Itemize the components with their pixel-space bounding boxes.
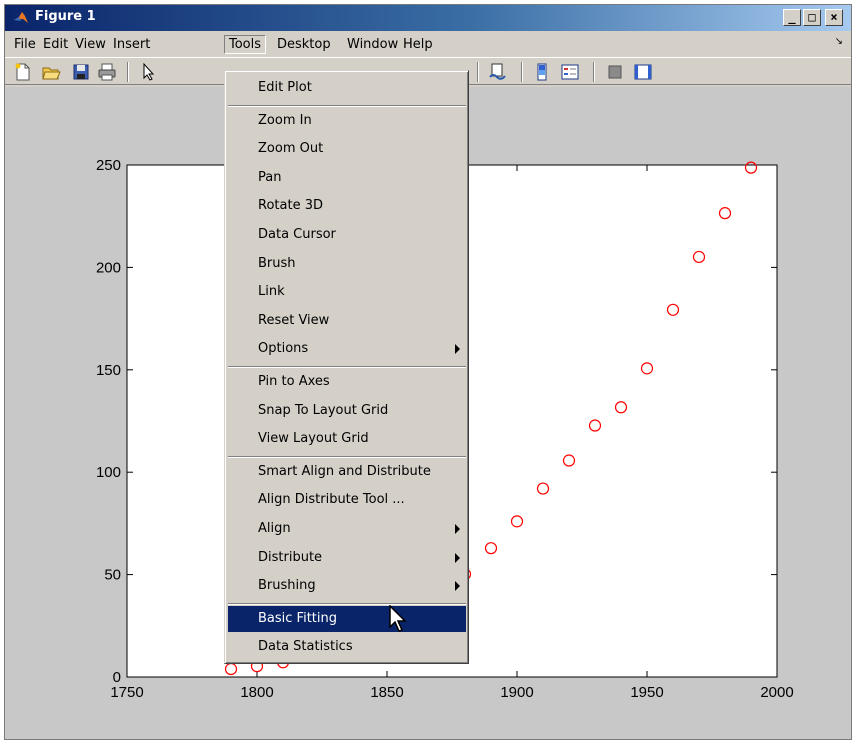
hide-plot-tools-icon[interactable]: [605, 62, 625, 82]
title-bar[interactable]: Figure 1 _ □ ×: [5, 5, 851, 31]
menu-desktop[interactable]: Desktop: [273, 35, 335, 54]
menu-item-pin-to-axes[interactable]: Pin to Axes: [228, 369, 466, 395]
window-title: Figure 1: [35, 9, 96, 24]
x-tick-label: 1950: [630, 684, 663, 701]
menu-item-label: Brushing: [258, 578, 316, 594]
menu-item-label: Data Statistics: [258, 639, 353, 655]
menu-item-data-cursor[interactable]: Data Cursor: [228, 222, 466, 248]
menu-item-label: Reset View: [258, 312, 330, 328]
menu-item-label: Link: [258, 284, 285, 300]
menu-view[interactable]: View: [71, 35, 110, 54]
y-tick-label: 0: [113, 669, 121, 686]
menu-item-data-statistics[interactable]: Data Statistics: [228, 634, 466, 660]
submenu-arrow-icon: [455, 344, 460, 355]
toolbar-separator: [521, 62, 523, 82]
edit-plot-arrow-icon[interactable]: [139, 62, 159, 82]
y-tick-label: 50: [104, 567, 121, 584]
close-button[interactable]: ×: [825, 9, 843, 26]
y-tick-label: 150: [96, 362, 121, 379]
menu-item-zoom-out[interactable]: Zoom Out: [228, 136, 466, 162]
menu-item-rotate-3d[interactable]: Rotate 3D: [228, 193, 466, 219]
menu-item-label: Snap To Layout Grid: [258, 402, 389, 418]
new-figure-icon[interactable]: [13, 62, 33, 82]
menu-item-link[interactable]: Link: [228, 279, 466, 305]
menu-item-view-layout-grid[interactable]: View Layout Grid: [228, 426, 466, 452]
menu-item-pan[interactable]: Pan: [228, 165, 466, 191]
x-tick-label: 1800: [240, 684, 273, 701]
submenu-arrow-icon: [455, 552, 460, 563]
menu-item-label: Align: [258, 521, 291, 536]
link-plot-icon[interactable]: [488, 62, 508, 82]
x-tick-label: 2000: [760, 684, 793, 701]
menu-item-zoom-in[interactable]: Zoom In: [228, 108, 466, 134]
menu-separator: [228, 104, 466, 107]
toolbar-separator: [477, 62, 479, 82]
mouse-cursor-icon: [389, 605, 407, 632]
menu-item-label: Basic Fitting: [258, 610, 337, 626]
menu-separator: [228, 602, 466, 605]
menu-item-label: Brush: [258, 255, 296, 271]
menu-item-label: Edit Plot: [258, 80, 312, 95]
menu-item-basic-fitting[interactable]: Basic Fitting: [228, 605, 466, 632]
tools-menu-dropdown: Edit Plot Zoom In Zoom Out Pan Rotate 3D Data…: [224, 70, 469, 664]
save-icon[interactable]: [71, 62, 91, 82]
menu-item-label: Pin to Axes: [258, 374, 330, 389]
menu-item-label: Data Cursor: [258, 227, 336, 242]
menu-edit[interactable]: Edit: [39, 35, 72, 54]
menu-insert[interactable]: Insert: [109, 35, 154, 54]
maximize-button[interactable]: □: [803, 9, 821, 26]
menu-window[interactable]: Window: [343, 35, 402, 54]
menu-item-label: Align Distribute Tool ...: [258, 492, 405, 508]
menu-item-options[interactable]: Options: [228, 336, 466, 362]
x-tick-label: 1850: [370, 684, 403, 701]
menu-item-label: Zoom In: [258, 112, 312, 128]
menu-item-brushing[interactable]: Brushing: [228, 573, 466, 599]
menu-item-reset-view[interactable]: Reset View: [228, 308, 466, 334]
menu-item-distribute[interactable]: Distribute: [228, 545, 466, 571]
menu-item-label: View Layout Grid: [258, 431, 369, 447]
y-tick-label: 200: [96, 259, 121, 276]
menu-item-brush[interactable]: Brush: [228, 251, 466, 277]
open-file-icon[interactable]: [41, 62, 61, 82]
print-icon[interactable]: [97, 62, 117, 82]
minimize-button[interactable]: _: [783, 9, 801, 26]
x-tick-label: 1900: [500, 684, 533, 701]
menu-item-label: Smart Align and Distribute: [258, 463, 431, 479]
y-tick-label: 250: [96, 157, 121, 174]
show-plot-tools-icon[interactable]: [633, 62, 653, 82]
matlab-logo-icon: [14, 12, 28, 23]
menu-item-label: Pan: [258, 169, 282, 185]
menu-separator: [228, 366, 466, 368]
insert-colorbar-icon[interactable]: [532, 62, 552, 82]
toolbar-separator: [593, 62, 595, 82]
menu-item-label: Distribute: [258, 549, 323, 565]
menu-item-align-distribute-tool[interactable]: Align Distribute Tool ...: [228, 487, 466, 513]
menu-item-smart-align-and-distribute[interactable]: Smart Align and Distribute: [228, 459, 466, 485]
menu-help[interactable]: Help: [399, 35, 437, 54]
menu-item-label: Options: [258, 341, 309, 357]
menu-separator: [228, 455, 466, 458]
toolbar-separator: [127, 62, 129, 82]
dock-arrow-icon[interactable]: ↘: [835, 36, 843, 47]
menu-bar: File Edit View Insert Tools Desktop Wind…: [5, 33, 851, 55]
figure-window: Figure 1 _ □ × File Edit View Insert Too…: [4, 4, 852, 740]
menu-item-label: Zoom Out: [258, 141, 324, 157]
submenu-arrow-icon: [455, 581, 460, 592]
x-tick-label: 1750: [110, 684, 143, 701]
menu-file[interactable]: File: [10, 35, 40, 54]
insert-legend-icon[interactable]: [560, 62, 580, 82]
menu-item-label: Rotate 3D: [258, 198, 323, 214]
menu-item-edit-plot[interactable]: Edit Plot: [228, 75, 466, 101]
menu-tools[interactable]: Tools: [224, 35, 267, 54]
menu-item-snap-to-layout-grid[interactable]: Snap To Layout Grid: [228, 398, 466, 424]
menu-item-align[interactable]: Align: [228, 516, 466, 542]
submenu-arrow-icon: [455, 524, 460, 534]
y-tick-label: 100: [96, 464, 121, 481]
